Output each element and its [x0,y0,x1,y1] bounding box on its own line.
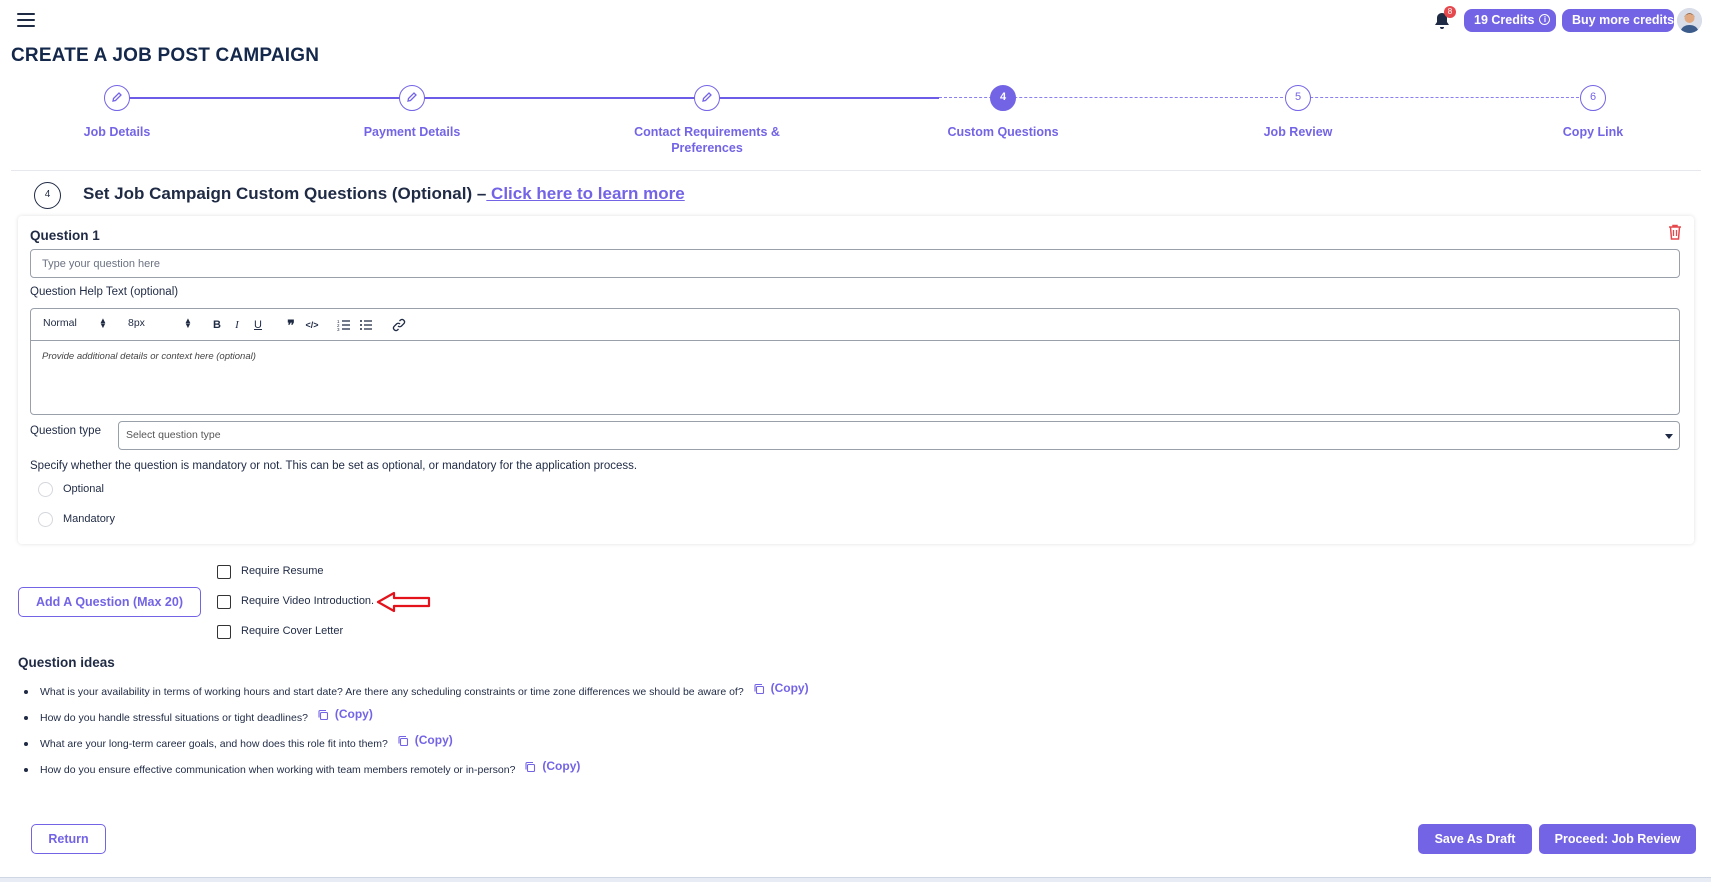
save-draft-button[interactable]: Save As Draft [1418,824,1532,854]
checkbox-label: Require Cover Letter [241,625,344,637]
checkbox[interactable] [217,595,231,609]
question-ideas-title: Question ideas [18,655,115,670]
rich-text-editor: Normal ▲ ▼ 8px ▲ ▼ B I U ❞ </> 123 Provi… [30,308,1680,415]
select-arrows-icon: ▲ ▼ [99,316,107,330]
checkbox[interactable] [217,625,231,639]
size-select[interactable]: 8px ▲ ▼ [128,316,192,330]
copy-button[interactable]: (Copy) [397,733,453,747]
code-icon[interactable]: </> [305,318,319,332]
step-1-label[interactable]: Job Details [32,124,202,140]
pencil-icon [112,92,122,102]
blockquote-icon[interactable]: ❞ [284,318,298,332]
stepper-progress-line [117,97,939,99]
italic-icon[interactable]: I [230,318,244,332]
select-arrows-icon: ▲ ▼ [184,316,192,330]
bullet-list-icon[interactable] [359,318,373,332]
add-question-button[interactable]: Add A Question (Max 20) [18,587,201,617]
copy-icon [525,761,536,772]
editor-content[interactable]: Provide additional details or context he… [31,341,1679,372]
step-4-circle[interactable]: 4 [990,85,1016,111]
copy-label: (Copy) [542,759,581,773]
question-card: Question 1 Question Help Text (optional)… [18,216,1694,544]
question-type-label: Question type [30,425,101,437]
step-4-label[interactable]: Custom Questions [918,124,1088,140]
red-arrow-annotation [376,591,431,613]
idea-item: How do you handle stressful situations o… [24,707,373,724]
bottom-scroll-strip [0,877,1711,882]
page-title: CREATE A JOB POST CAMPAIGN [11,45,320,66]
editor-toolbar: Normal ▲ ▼ 8px ▲ ▼ B I U ❞ </> 123 [31,309,1679,341]
credits-label: 19 Credits [1474,13,1535,27]
question-type-select[interactable]: Select question type [118,421,1680,450]
radio-button[interactable] [38,482,53,497]
format-select-value: Normal [43,317,77,329]
proceed-button[interactable]: Proceed: Job Review [1539,824,1696,854]
copy-label: (Copy) [770,681,809,695]
copy-button[interactable]: (Copy) [317,707,373,721]
idea-text: What are your long-term career goals, an… [40,738,388,750]
idea-item: What are your long-term career goals, an… [24,733,453,750]
learn-more-link[interactable]: Click here to learn more [486,184,685,203]
question-type-value: Select question type [126,429,221,441]
underline-icon[interactable]: U [251,318,265,332]
bullet [24,742,28,747]
bullet [24,716,28,721]
bold-icon[interactable]: B [210,318,224,332]
pencil-icon [702,92,712,102]
copy-label: (Copy) [414,733,453,747]
idea-item: What is your availability in terms of wo… [24,681,809,698]
info-icon: i [1539,14,1551,26]
radio-button[interactable] [38,512,53,527]
step-5-circle[interactable]: 5 [1285,85,1311,111]
credits-button[interactable]: 19 Credits i [1464,9,1556,32]
step-6-label[interactable]: Copy Link [1508,124,1678,140]
copy-icon [754,683,764,694]
idea-text: How do you ensure effective communicatio… [40,764,516,776]
mandatory-description: Specify whether the question is mandator… [30,460,638,472]
step-3-label[interactable]: Contact Requirements & Preferences [622,124,792,156]
pencil-icon [407,92,417,102]
idea-item: How do you ensure effective communicatio… [24,759,580,776]
radio-label: Optional [63,483,104,495]
section-number: 4 [34,182,61,209]
radio-label: Mandatory [63,513,115,525]
checkbox-label: Require Resume [241,565,324,577]
copy-button[interactable]: (Copy) [753,681,809,695]
trash-icon[interactable] [1668,224,1682,240]
divider [11,170,1701,171]
idea-text: How do you handle stressful situations o… [40,712,308,724]
svg-text:3: 3 [337,327,340,332]
step-6-circle[interactable]: 6 [1580,85,1606,111]
avatar[interactable] [1677,8,1702,33]
buy-credits-button[interactable]: Buy more credits [1562,9,1674,32]
hamburger-menu-icon[interactable] [17,13,35,27]
copy-icon [398,735,408,746]
step-1-circle[interactable] [104,85,130,111]
copy-button[interactable]: (Copy) [524,759,580,773]
question-input[interactable] [30,249,1680,278]
notification-badge: 8 [1444,6,1456,18]
checkbox[interactable] [217,565,231,579]
section-title: Set Job Campaign Custom Questions (Optio… [83,184,685,204]
chevron-down-icon [1665,434,1673,439]
format-select[interactable]: Normal ▲ ▼ [43,316,107,330]
bullet [24,768,28,773]
stepper-remaining-line [939,97,1594,98]
idea-text: What is your availability in terms of wo… [40,686,744,698]
size-select-value: 8px [128,317,145,329]
bullet [24,690,28,695]
help-text-label: Question Help Text (optional) [30,286,179,298]
section-title-text: Set Job Campaign Custom Questions (Optio… [83,184,487,203]
link-icon[interactable] [392,318,406,332]
step-2-label[interactable]: Payment Details [327,124,497,140]
step-2-circle[interactable] [399,85,425,111]
step-5-label[interactable]: Job Review [1213,124,1383,140]
copy-icon [318,709,328,720]
ordered-list-icon[interactable]: 123 [337,318,351,332]
return-button[interactable]: Return [31,824,106,854]
copy-label: (Copy) [334,707,373,721]
step-3-circle[interactable] [694,85,720,111]
question-title: Question 1 [30,228,100,243]
checkbox-label: Require Video Introduction. [241,595,375,607]
